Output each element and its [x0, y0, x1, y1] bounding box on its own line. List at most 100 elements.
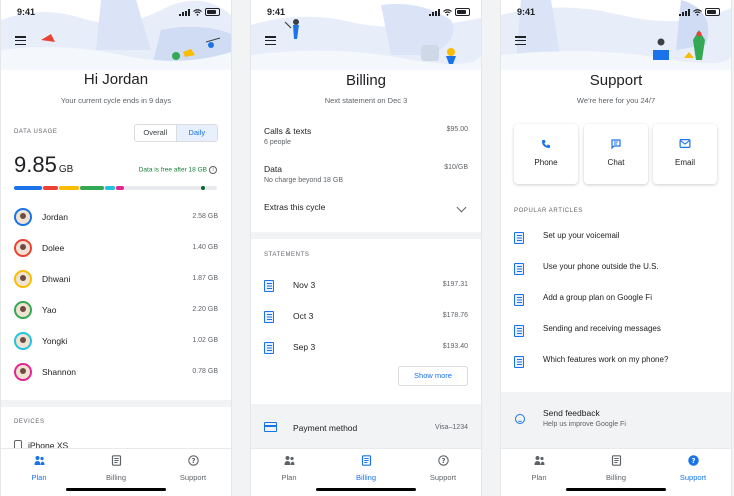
free-threshold-marker [201, 186, 205, 190]
document-icon [264, 311, 274, 323]
phone-support-button[interactable]: Phone [514, 124, 578, 184]
status-icons [429, 8, 470, 16]
article-icon [514, 294, 524, 306]
usage-segment [58, 186, 79, 190]
user-row[interactable]: Yao 2.20 GB [14, 301, 218, 323]
cycle-note: Your current cycle ends in 9 days [60, 96, 172, 105]
usage-progress-bar [14, 186, 217, 190]
nav-tab-label: Billing [605, 473, 626, 482]
article-row[interactable]: Set up your voicemail [514, 230, 718, 244]
statement-row[interactable]: Sep 3 $193.40 [264, 340, 468, 356]
nav-tab-plan[interactable]: Plan [9, 453, 69, 482]
email-support-button[interactable]: Email [653, 124, 717, 184]
nav-tab-label: Billing [355, 473, 376, 482]
usage-segment [14, 186, 43, 190]
smile-icon [515, 414, 525, 424]
usage-segment [79, 186, 104, 190]
support-icon: ? [187, 453, 199, 466]
show-more-button[interactable]: Show more [398, 366, 468, 386]
battery-icon [705, 8, 720, 16]
home-indicator [316, 488, 416, 491]
email-icon [679, 139, 691, 148]
popular-articles-label: POPULAR ARTICLES [514, 208, 583, 214]
signal-icon [679, 8, 690, 16]
statement-amount: $178.76 [442, 312, 468, 319]
chat-support-button[interactable]: Chat [584, 124, 648, 184]
bill-item-sub: 6 people [264, 139, 291, 146]
bill-item-sub: No charge beyond 18 GB [264, 177, 343, 184]
wifi-icon [443, 8, 452, 16]
greeting-title: Hi Jordan [83, 71, 149, 88]
feedback-subtitle: Help us improve Google Fi [543, 421, 626, 428]
statement-amount: $197.31 [442, 281, 468, 288]
nav-tab-billing[interactable]: Billing [586, 453, 646, 482]
toggle-daily[interactable]: Daily [176, 125, 217, 141]
avatar [14, 239, 32, 257]
free-data-text: Data is free after 18 GB [138, 166, 207, 174]
bill-item-amount: $95.00 [446, 126, 468, 133]
chat-icon [611, 139, 621, 149]
nav-tab-billing[interactable]: Billing [336, 453, 396, 482]
svg-text:?: ? [441, 457, 445, 465]
user-name: Jordan [42, 212, 68, 222]
nav-tab-label: Support [179, 473, 207, 482]
user-row[interactable]: Jordan 2.58 GB [14, 208, 218, 230]
signal-icon [429, 8, 440, 16]
menu-icon[interactable] [265, 36, 276, 46]
user-name: Shannon [42, 367, 77, 377]
nav-tab-billing[interactable]: Billing [86, 453, 146, 482]
bill-item-calls: Calls & texts 6 people $95.00 [264, 126, 468, 146]
nav-tab-plan[interactable]: Plan [509, 453, 569, 482]
menu-icon[interactable] [515, 36, 526, 46]
plan-screen: 9:41 Hi Jordan Your current cycle ends i… [0, 0, 232, 496]
billing-title: Billing [345, 72, 387, 89]
bill-item-data: Data No charge beyond 18 GB $10/GB [264, 164, 468, 184]
status-time: 9:41 [267, 7, 286, 17]
data-usage-label: DATA USAGE [14, 129, 58, 135]
bill-item-amount: $10/GB [444, 164, 468, 171]
extras-row[interactable]: Extras this cycle [264, 202, 468, 216]
status-time: 9:41 [17, 7, 36, 17]
status-icons [179, 8, 220, 16]
toggle-overall[interactable]: Overall [135, 125, 177, 141]
status-bar: 9:41 [251, 0, 481, 22]
statement-row[interactable]: Nov 3 $197.31 [264, 278, 468, 294]
user-usage: 2.20 GB [192, 306, 218, 313]
user-row[interactable]: Dolee 1.40 GB [14, 239, 218, 261]
article-row[interactable]: Sending and receiving messages [514, 323, 718, 337]
nav-tab-plan[interactable]: Plan [259, 453, 319, 482]
document-icon [264, 280, 274, 292]
article-row[interactable]: Add a group plan on Google Fi [514, 292, 718, 306]
credit-card-icon [264, 422, 277, 432]
nav-tab-support[interactable]: ? Support [663, 453, 723, 482]
contact-option-label: Phone [534, 158, 558, 167]
nav-tab-label: Plan [281, 473, 297, 482]
statement-row[interactable]: Oct 3 $178.76 [264, 309, 468, 325]
user-row[interactable]: Shannon 0.78 GB [14, 363, 218, 385]
user-usage: 0.78 GB [192, 368, 218, 375]
article-row[interactable]: Which features work on my phone? [514, 354, 718, 368]
nav-tab-support[interactable]: ? Support [163, 453, 223, 482]
article-title: Add a group plan on Google Fi [543, 293, 652, 302]
data-total: 9.85 GB [14, 152, 73, 178]
usage-segment [43, 186, 58, 190]
status-time: 9:41 [517, 7, 536, 17]
support-icon: ? [687, 453, 699, 466]
support-subtitle: We’re here for you 24/7 [576, 96, 656, 105]
user-row[interactable]: Dhwani 1.87 GB [14, 270, 218, 292]
section-divider [1, 400, 231, 407]
signal-icon [179, 8, 190, 16]
user-row[interactable]: Yongki 1.02 GB [14, 332, 218, 354]
article-icon [514, 356, 524, 368]
article-row[interactable]: Use your phone outside the U.S. [514, 261, 718, 275]
nav-tab-support[interactable]: ? Support [413, 453, 473, 482]
avatar [14, 363, 32, 381]
usage-segment [104, 186, 116, 190]
section-divider [251, 232, 481, 239]
user-usage: 1.87 GB [192, 275, 218, 282]
menu-icon[interactable] [15, 36, 26, 46]
info-icon[interactable]: i [209, 166, 217, 174]
document-icon [264, 342, 274, 354]
payment-method-row[interactable]: Payment method Visa–1234 [251, 404, 481, 448]
send-feedback-row[interactable]: Send feedback Help us improve Google Fi [501, 392, 731, 448]
